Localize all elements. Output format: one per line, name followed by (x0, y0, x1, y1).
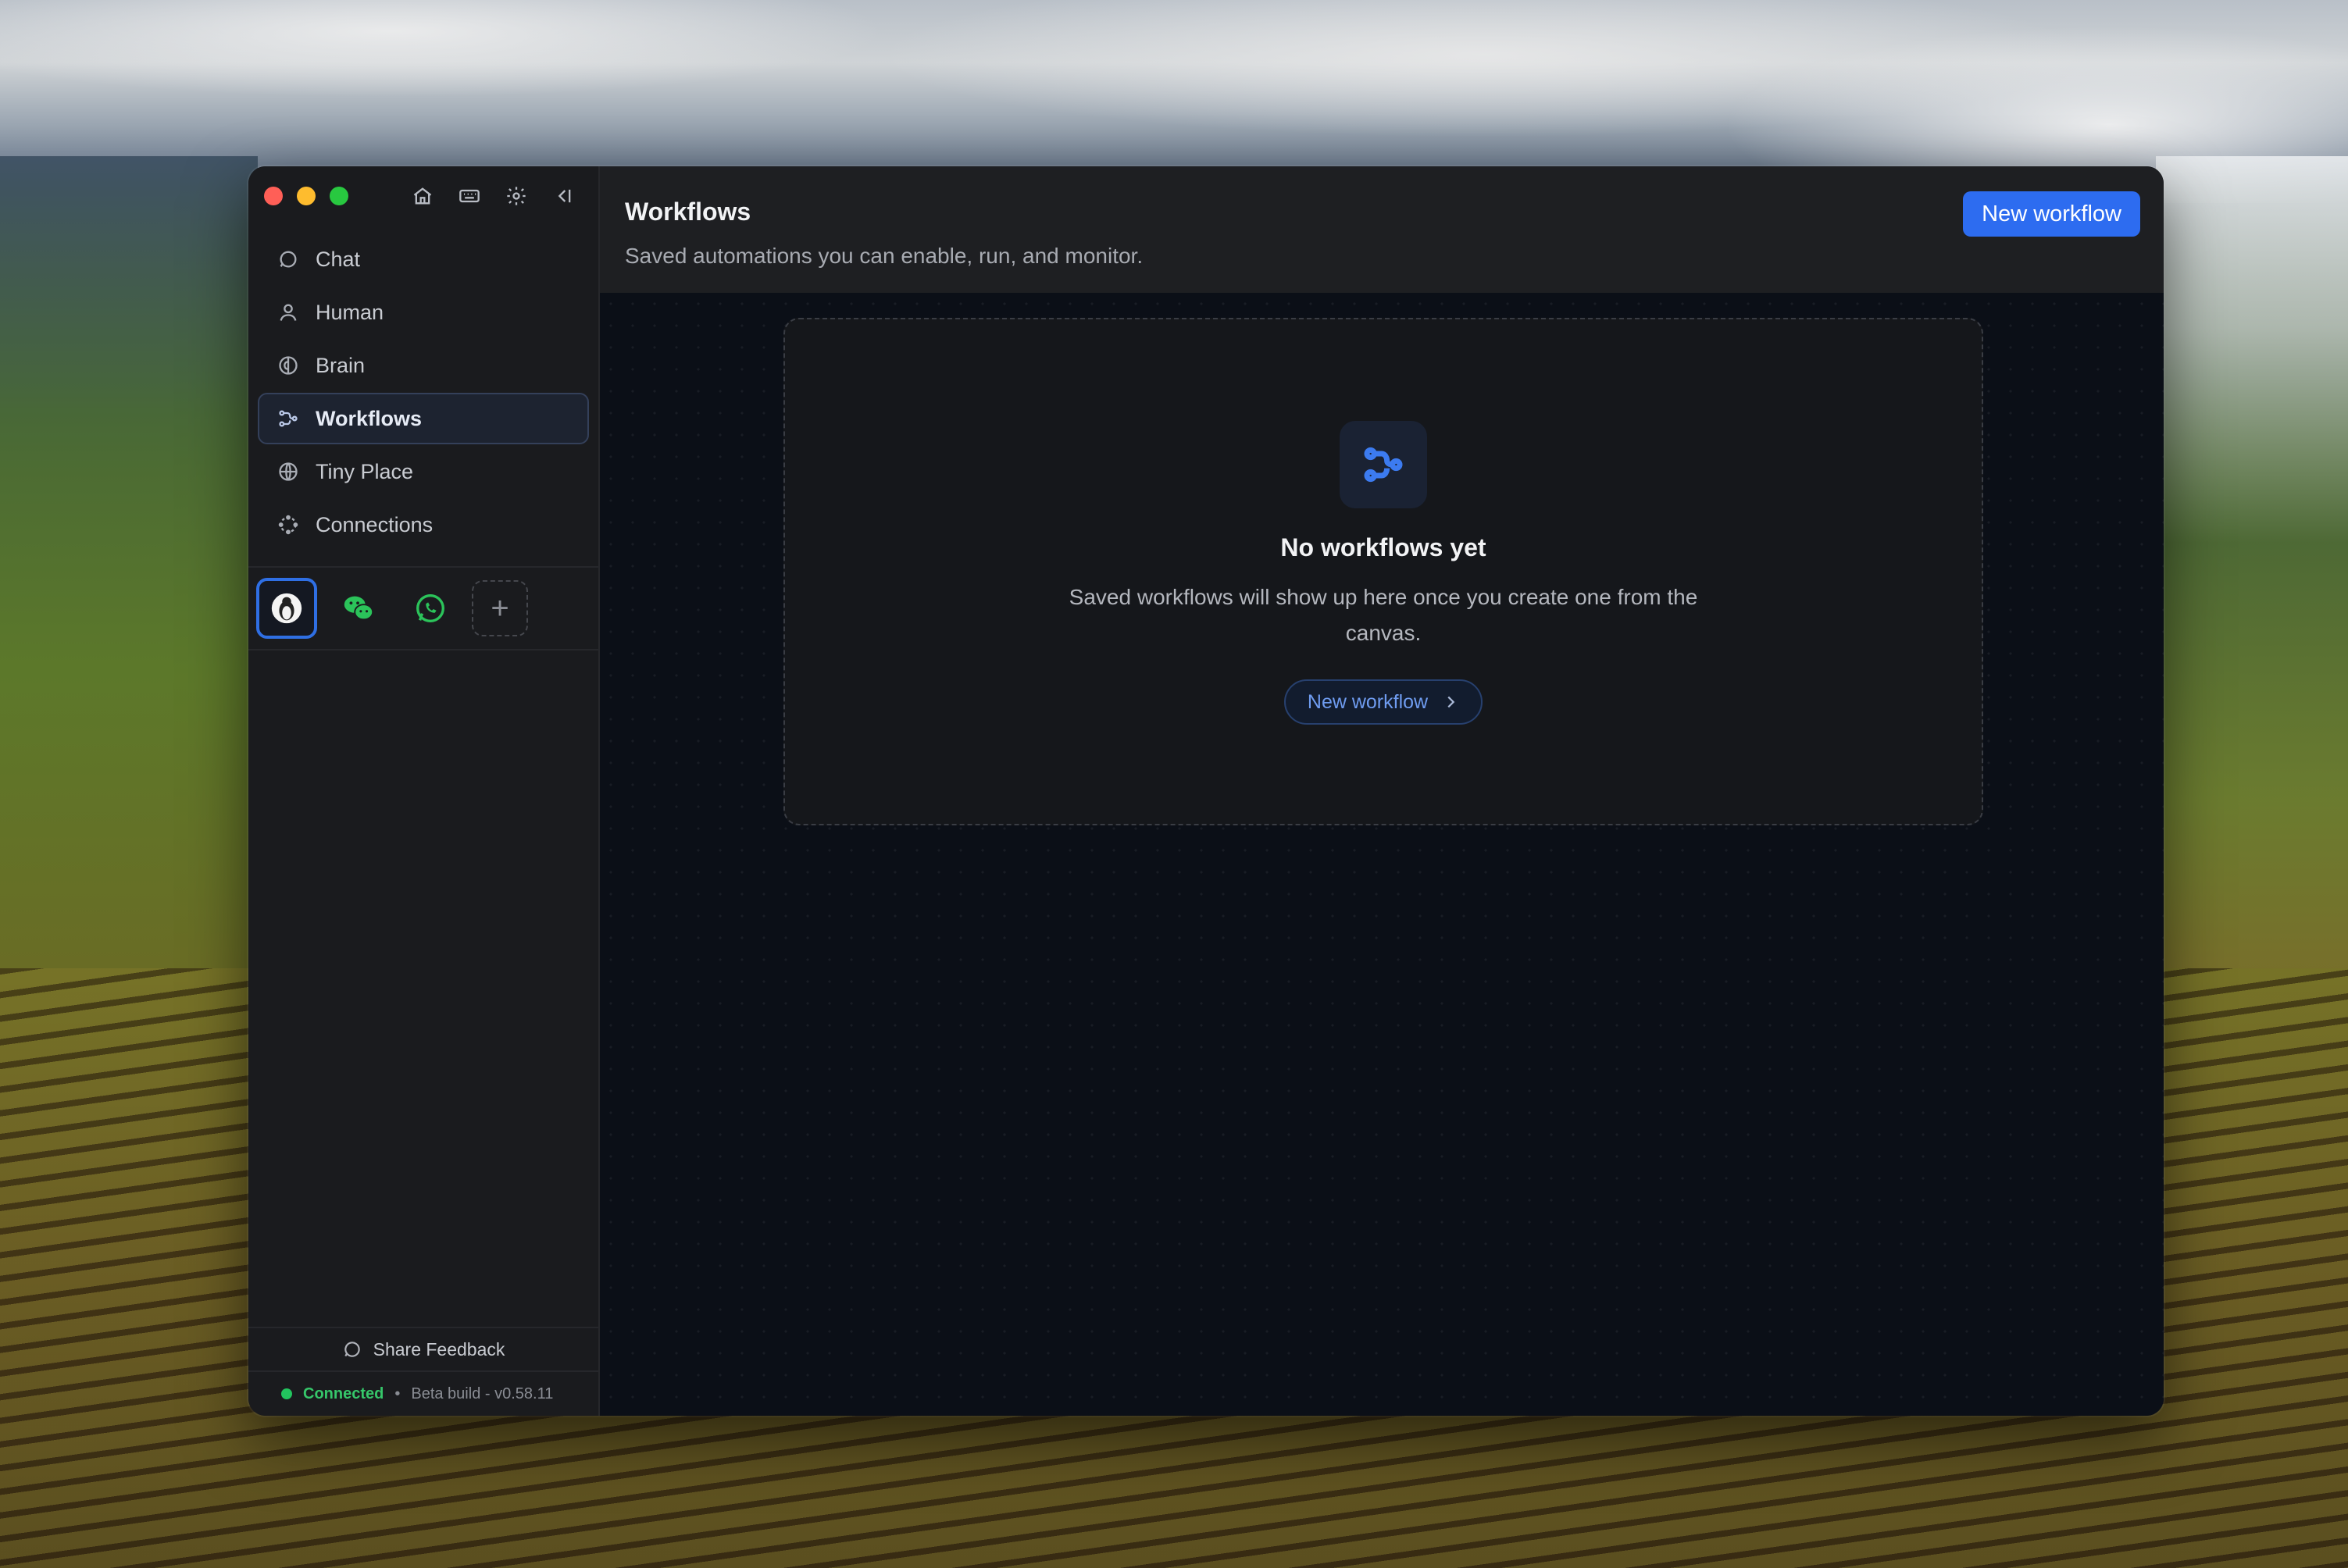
workflow-icon (1340, 421, 1427, 508)
connection-status-bar: Connected • Beta build - v0.58.11 (248, 1370, 598, 1416)
sidebar-item-workflows[interactable]: Workflows (258, 393, 589, 444)
plus-icon: + (491, 590, 509, 625)
connected-apps-row: + (248, 566, 598, 650)
titlebar (248, 166, 598, 226)
brain-icon (277, 354, 300, 377)
workflow-canvas[interactable]: No workflows yet Saved workflows will sh… (600, 293, 2164, 1416)
sidebar-item-label: Workflows (316, 406, 423, 430)
home-icon[interactable] (409, 182, 437, 210)
zoom-window-button[interactable] (330, 187, 348, 205)
status-separator: • (394, 1384, 401, 1402)
chat-bubble-icon (277, 248, 300, 271)
share-feedback-label: Share Feedback (373, 1338, 505, 1360)
empty-state-description: Saved workflows will show up here once y… (1069, 585, 1698, 645)
page-title: Workflows (625, 198, 751, 226)
sidebar-item-label: Human (316, 300, 384, 324)
connections-icon (277, 513, 300, 536)
app-penguin-tile[interactable] (256, 578, 317, 639)
connected-dot-icon (281, 1388, 292, 1399)
sidebar: Chat Human Brain Workflows Tiny Place Co… (248, 166, 600, 1416)
sidebar-item-label: Connections (316, 512, 434, 536)
sidebar-item-connections[interactable]: Connections (258, 499, 589, 551)
sidebar-nav: Chat Human Brain Workflows Tiny Place Co… (248, 226, 598, 552)
desktop-hills-left (0, 156, 258, 1015)
app-window: Chat Human Brain Workflows Tiny Place Co… (248, 166, 2164, 1416)
traffic-lights (264, 187, 348, 205)
sidebar-item-label: Brain (316, 353, 366, 377)
keyboard-icon[interactable] (455, 182, 484, 210)
sidebar-item-label: Chat (316, 247, 361, 271)
sidebar-item-human[interactable]: Human (258, 287, 589, 338)
connected-label: Connected (303, 1384, 384, 1402)
close-window-button[interactable] (264, 187, 283, 205)
person-icon (277, 301, 300, 324)
main-content: Workflows Saved automations you can enab… (600, 166, 2164, 1416)
sidebar-footer: Share Feedback Connected • Beta build - … (248, 1327, 598, 1416)
workflow-icon (277, 407, 300, 430)
empty-state-new-workflow-button[interactable]: New workflow (1283, 679, 1483, 725)
empty-state-title: No workflows yet (1280, 533, 1486, 561)
build-version: Beta build - v0.58.11 (411, 1384, 554, 1402)
new-workflow-button[interactable]: New workflow (1963, 191, 2140, 237)
page-header: Workflows Saved automations you can enab… (600, 166, 2164, 293)
empty-state-card: No workflows yet Saved workflows will sh… (783, 318, 1983, 825)
titlebar-toolbar (409, 182, 577, 210)
add-app-button[interactable]: + (472, 580, 528, 636)
wechat-icon (344, 596, 374, 621)
sidebar-item-chat[interactable]: Chat (258, 233, 589, 285)
sidebar-item-brain[interactable]: Brain (258, 340, 589, 391)
sidebar-item-tiny-place[interactable]: Tiny Place (258, 446, 589, 497)
minimize-window-button[interactable] (297, 187, 316, 205)
sidebar-item-label: Tiny Place (316, 459, 414, 483)
penguin-icon (271, 593, 302, 624)
new-workflow-label: New workflow (1307, 690, 1429, 713)
chevron-right-icon (1447, 696, 1455, 708)
whatsapp-icon (416, 594, 444, 622)
desktop-hills-right (2156, 156, 2348, 1015)
page-subtitle: Saved automations you can enable, run, a… (625, 244, 1144, 268)
wechat-tile[interactable] (328, 578, 389, 639)
collapse-sidebar-icon[interactable] (549, 182, 577, 210)
whatsapp-tile[interactable] (400, 578, 461, 639)
globe-icon (277, 460, 300, 483)
share-feedback-button[interactable]: Share Feedback (248, 1327, 598, 1370)
gear-icon[interactable] (502, 182, 530, 210)
feedback-bubble-icon (344, 1342, 360, 1357)
